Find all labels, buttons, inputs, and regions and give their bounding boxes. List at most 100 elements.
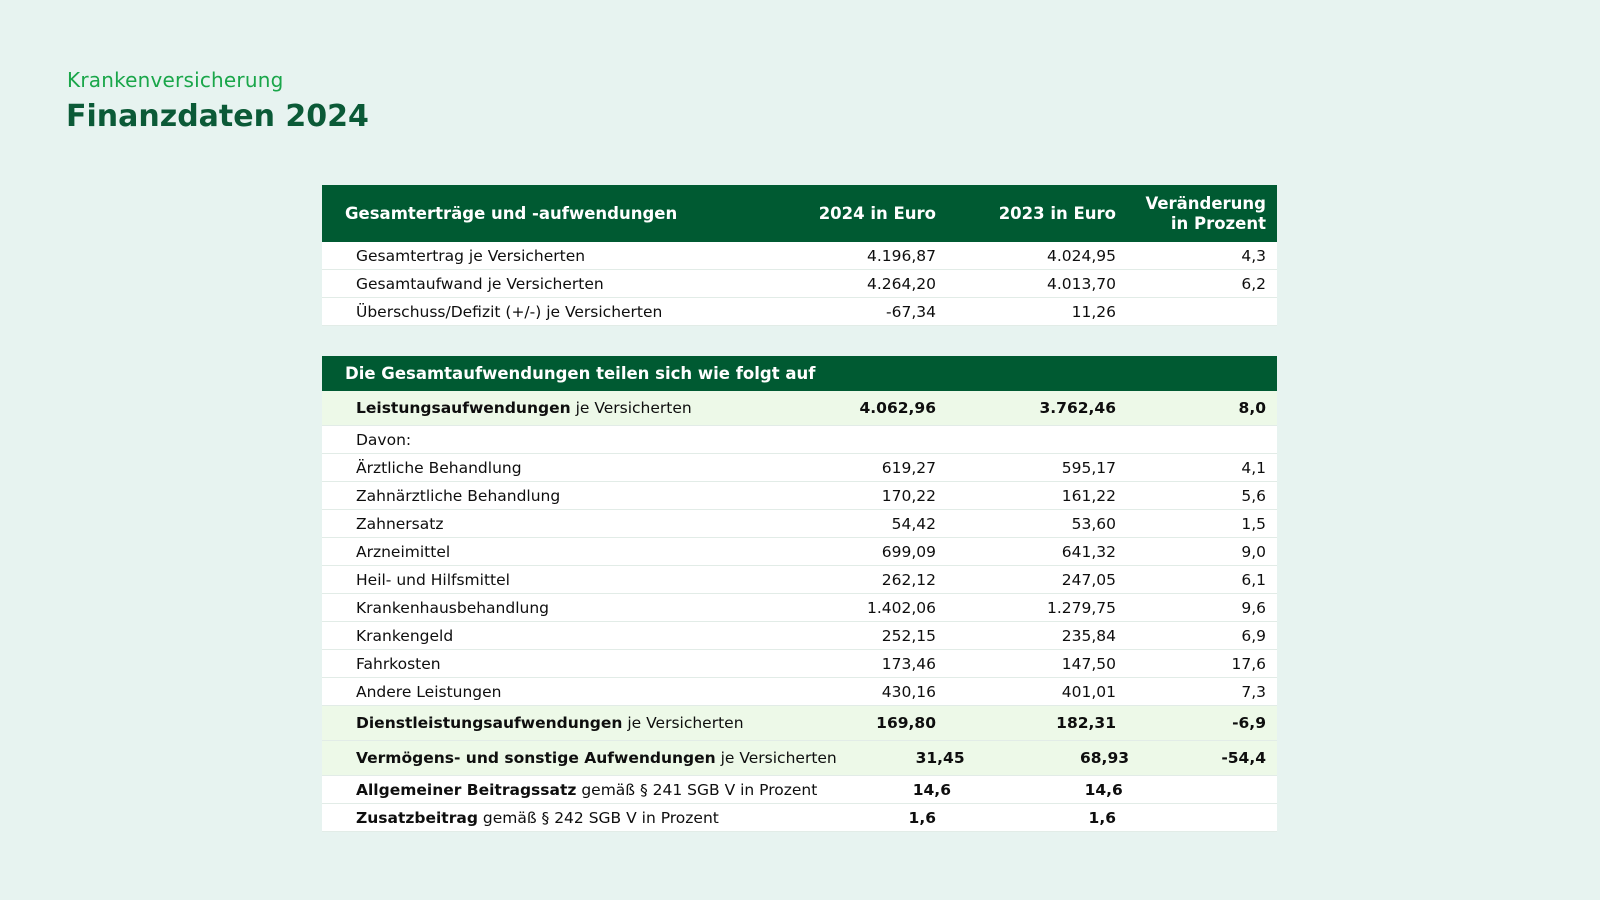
cell-2024: 54,42 (891, 514, 936, 533)
row-label: Überschuss/Defizit (+/-) je Versicherten (356, 302, 663, 321)
expenses-table-header: Die Gesamtaufwendungen teilen sich wie f… (322, 356, 1277, 391)
cell-2024: 252,15 (881, 626, 936, 645)
cell-2023: 595,17 (1061, 458, 1116, 477)
table-row: Zahnärztliche Behandlung 170,22 161,22 5,6 (322, 482, 1277, 510)
cell-change: -54,4 (1221, 749, 1266, 767)
table-row-davon: Davon: (322, 426, 1277, 454)
row-label: Allgemeiner Beitragssatz gemäß § 241 SGB… (322, 781, 817, 799)
kicker: Krankenversicherung (67, 68, 284, 92)
table-row: Gesamtertrag je Versicherten 4.196,87 4.02… (322, 242, 1277, 270)
row-label-rest: je Versicherten (715, 749, 837, 767)
row-label: Krankengeld (356, 626, 454, 645)
cell-2024: 173,46 (881, 654, 936, 673)
page-title: Finanzdaten 2024 (66, 99, 369, 134)
table-row-beitragssatz: Allgemeiner Beitragssatz gemäß § 241 SGB… (322, 776, 1277, 804)
cell-2023: 1.279,75 (1046, 598, 1116, 617)
row-label-rest: gemäß § 242 SGB V in Prozent (477, 808, 719, 827)
table-row: Ärztliche Behandlung 619,27 595,17 4,1 (322, 454, 1277, 482)
header-col-change: Veränderung in Prozent (1116, 194, 1277, 234)
cell-2023: 14,6 (1084, 780, 1123, 799)
cell-2024: 170,22 (881, 486, 936, 505)
cell-change: 9,6 (1241, 598, 1266, 617)
cell-change: 8,0 (1238, 399, 1266, 417)
row-label-bold: Allgemeiner Beitragssatz (356, 780, 577, 799)
cell-2024: 619,27 (881, 458, 936, 477)
row-label: Fahrkosten (356, 654, 441, 673)
cell-2024: 14,6 (912, 780, 951, 799)
row-label: Vermögens- und sonstige Aufwendungen je … (322, 749, 837, 767)
cell-change: 9,0 (1241, 542, 1266, 561)
table-row: Zahnersatz 54,42 53,60 1,5 (322, 510, 1277, 538)
table-row: Überschuss/Defizit (+/-) je Versicherten… (322, 298, 1277, 326)
expense-items: Ärztliche Behandlung 619,27 595,17 4,1 Zahnä… (322, 454, 1277, 706)
row-label: Gesamtaufwand je Versicherten (356, 274, 604, 293)
cell-change: 6,1 (1241, 570, 1266, 589)
cell-2023: 1,6 (1088, 808, 1116, 827)
cell-2024: 4.196,87 (866, 246, 936, 265)
row-label-bold: Vermögens- und sonstige Aufwendungen (356, 749, 716, 767)
table-row: Gesamtaufwand je Versicherten 4.264,20 4.0… (322, 270, 1277, 298)
row-label: Heil- und Hilfsmittel (356, 570, 510, 589)
header-col-change-line1: Veränderung (1145, 193, 1266, 213)
table-row-leistungsaufwendungen: Leistungsaufwendungen je Versicherten 4.… (322, 391, 1277, 426)
row-label-bold: Leistungsaufwendungen (356, 399, 571, 417)
cell-2023: 247,05 (1061, 570, 1116, 589)
cell-2024: -67,34 (886, 302, 936, 321)
cell-2023: 53,60 (1071, 514, 1116, 533)
cell-change: 6,9 (1241, 626, 1266, 645)
row-label: Dienstleistungsaufwendungen je Versicher… (322, 714, 796, 732)
cell-2024: 430,16 (881, 682, 936, 701)
row-label: Krankenhausbehandlung (356, 598, 550, 617)
cell-2024: 31,45 (915, 749, 965, 767)
cell-change: 1,5 (1241, 514, 1266, 533)
header-col-2024: 2024 in Euro (818, 203, 936, 223)
row-label: Ärztliche Behandlung (356, 458, 522, 477)
header-col-2023: 2023 in Euro (998, 203, 1116, 223)
row-label: Zahnärztliche Behandlung (356, 486, 561, 505)
cell-change: 6,2 (1241, 274, 1266, 293)
row-label: Andere Leistungen (356, 682, 502, 701)
row-label: Arzneimittel (356, 542, 451, 561)
cell-2024: 1,6 (908, 808, 936, 827)
row-label-rest: je Versicherten (622, 714, 744, 732)
table-row-zusatzbeitrag: Zusatzbeitrag gemäß § 242 SGB V in Proze… (322, 804, 1277, 832)
totals-table-header: Gesamterträge und -aufwendungen 2024 in … (322, 185, 1277, 242)
table-row: Andere Leistungen 430,16 401,01 7,3 (322, 678, 1277, 706)
cell-2023: 68,93 (1079, 749, 1130, 767)
table-row-vermoegensaufwendungen: Vermögens- und sonstige Aufwendungen je … (322, 741, 1277, 776)
row-label-rest: je Versicherten (570, 399, 692, 417)
row-label: Davon: (356, 430, 412, 449)
cell-2023: 4.013,70 (1046, 274, 1116, 293)
table-row-dienstleistungsaufwendungen: Dienstleistungsaufwendungen je Versicher… (322, 706, 1277, 741)
cell-2024: 1.402,06 (866, 598, 936, 617)
cell-2023: 182,31 (1056, 714, 1116, 732)
totals-table-body: Gesamtertrag je Versicherten 4.196,87 4.02… (322, 242, 1277, 326)
cell-change: 7,3 (1241, 682, 1266, 701)
cell-2024: 4.264,20 (866, 274, 936, 293)
row-label: Zusatzbeitrag gemäß § 242 SGB V in Proze… (322, 809, 796, 827)
cell-2023: 4.024,95 (1046, 246, 1116, 265)
table-row: Krankengeld 252,15 235,84 6,9 (322, 622, 1277, 650)
row-label: Zahnersatz (356, 514, 444, 533)
cell-2023: 3.762,46 (1039, 399, 1117, 417)
cell-2023: 401,01 (1061, 682, 1116, 701)
header-col-change-line2: in Prozent (1170, 213, 1266, 233)
cell-change: 4,1 (1241, 458, 1266, 477)
cell-2024: 262,12 (881, 570, 936, 589)
totals-table: Gesamterträge und -aufwendungen 2024 in … (322, 185, 1277, 326)
row-label: Gesamtertrag je Versicherten (356, 246, 586, 265)
cell-2024: 4.062,96 (859, 399, 937, 417)
cell-change: 17,6 (1231, 654, 1266, 673)
cell-change: 4,3 (1241, 246, 1266, 265)
cell-2023: 235,84 (1061, 626, 1116, 645)
cell-2023: 161,22 (1061, 486, 1116, 505)
table-row: Krankenhausbehandlung 1.402,06 1.279,75 9,6 (322, 594, 1277, 622)
table-row: Fahrkosten 173,46 147,50 17,6 (322, 650, 1277, 678)
cell-2023: 11,26 (1071, 302, 1116, 321)
row-label-rest: gemäß § 241 SGB V in Prozent (576, 780, 818, 799)
cell-2024: 699,09 (881, 542, 936, 561)
row-label-bold: Zusatzbeitrag (356, 808, 478, 827)
expenses-table: Die Gesamtaufwendungen teilen sich wie f… (322, 356, 1277, 832)
table-row: Arzneimittel 699,09 641,32 9,0 (322, 538, 1277, 566)
cell-change: 5,6 (1241, 486, 1266, 505)
